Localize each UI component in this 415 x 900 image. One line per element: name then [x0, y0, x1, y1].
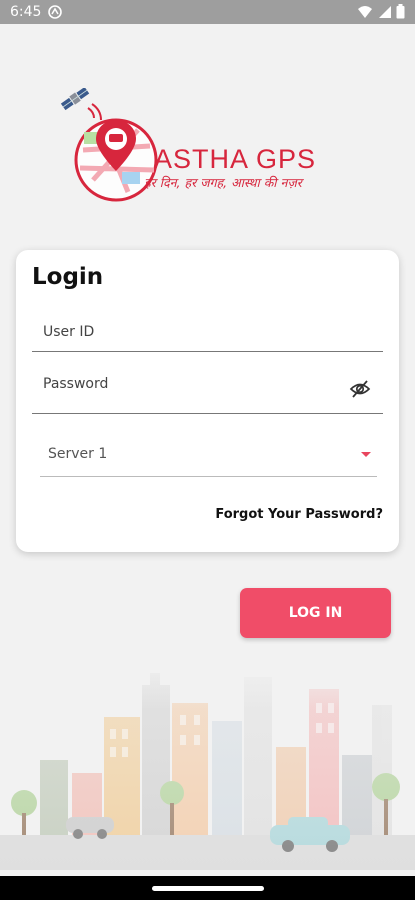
dropdown-arrow-icon	[361, 452, 371, 457]
server-dropdown[interactable]: Server 1	[40, 432, 377, 477]
user-id-label: User ID	[43, 324, 95, 340]
battery-icon	[396, 4, 405, 19]
forgot-password-link[interactable]: Forgot Your Password?	[215, 507, 383, 522]
logo-brand-name: ASTHA GPS	[154, 144, 316, 174]
password-label: Password	[43, 376, 109, 392]
satellite-icon	[60, 86, 90, 111]
app-notification-icon	[48, 5, 62, 19]
password-field[interactable]: Password	[32, 364, 383, 414]
user-id-field[interactable]: User ID	[32, 312, 383, 352]
wifi-icon	[358, 6, 373, 18]
logo-tagline: हर दिन, हर जगह, आस्था की नज़र	[144, 175, 305, 190]
cell-signal-icon	[378, 6, 391, 18]
status-time: 6:45	[10, 4, 42, 20]
visibility-off-icon[interactable]	[349, 379, 371, 399]
login-button[interactable]: LOG IN	[240, 588, 391, 638]
home-gesture-handle[interactable]	[152, 886, 264, 891]
city-skyline-illustration	[0, 655, 415, 870]
login-title: Login	[32, 264, 104, 290]
login-card: Login User ID Password Server 1 Forgot Y…	[16, 250, 399, 552]
system-navigation-bar	[0, 876, 415, 900]
status-bar: 6:45	[0, 0, 415, 24]
app-logo: ASTHA GPS हर दिन, हर जगह, आस्था की नज़र	[58, 86, 358, 213]
server-selected-value: Server 1	[48, 446, 108, 462]
